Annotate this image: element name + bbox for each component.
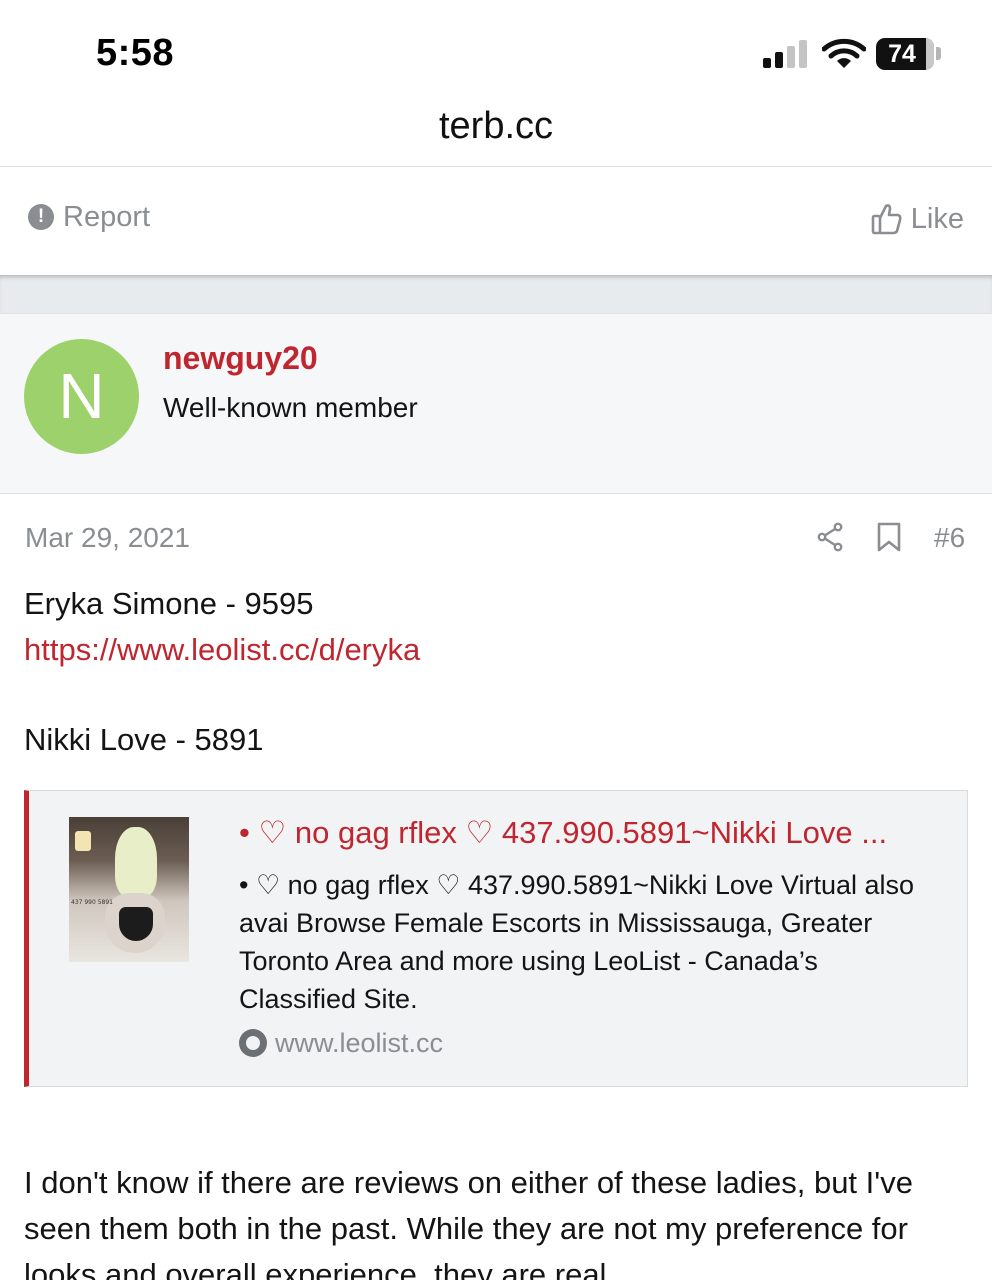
post-number-link[interactable]: #6 — [934, 522, 965, 554]
like-label: Like — [910, 202, 964, 235]
preview-description: • ♡ no gag rflex ♡ 437.990.5891~Nikki Lo… — [239, 870, 915, 1014]
post-text-line: Eryka Simone - 9595 — [24, 586, 314, 621]
avatar[interactable]: N — [24, 339, 139, 454]
report-label: Report — [63, 200, 151, 233]
post-action-row: ! Report Like — [0, 167, 992, 275]
post-text-line: Nikki Love - 5891 — [24, 722, 264, 757]
preview-thumbnail[interactable]: 437 990 5891 — [69, 817, 189, 962]
preview-title[interactable]: • ♡ no gag rflex ♡ 437.990.5891~Nikki Lo… — [239, 815, 951, 851]
thumbs-up-icon — [871, 204, 902, 235]
alert-icon: ! — [28, 204, 54, 230]
report-button[interactable]: ! Report — [28, 197, 150, 237]
post-user-header: N newguy20 Well-known member — [0, 313, 992, 494]
status-bar: 5:58 74 — [0, 0, 992, 100]
signal-icon — [763, 40, 809, 68]
status-time: 5:58 — [96, 32, 175, 74]
battery-icon: 74 — [876, 38, 934, 70]
like-button[interactable]: Like — [871, 199, 964, 239]
user-title: Well-known member — [163, 392, 418, 423]
share-icon[interactable] — [816, 522, 844, 552]
post-date[interactable]: Mar 29, 2021 — [25, 522, 190, 554]
bookmark-icon[interactable] — [876, 522, 902, 552]
separator-band — [0, 275, 992, 313]
site-favicon-icon — [239, 1029, 267, 1057]
wifi-icon — [822, 38, 866, 68]
link-preview-card[interactable]: 437 990 5891 • ♡ no gag rflex ♡ 437.990.… — [24, 790, 968, 1087]
username-link[interactable]: newguy20 — [163, 340, 318, 377]
thumbnail-watermark: 437 990 5891 — [71, 899, 113, 906]
post-link[interactable]: https://www.leolist.cc/d/eryka — [24, 632, 420, 668]
preview-domain-label: www.leolist.cc — [275, 1027, 444, 1058]
url-bar[interactable]: terb.cc — [0, 100, 992, 166]
battery-level: 74 — [888, 40, 916, 68]
post-paragraph: I don't know if there are reviews on eit… — [24, 1165, 913, 1280]
preview-domain: www.leolist.cc — [239, 1027, 443, 1059]
